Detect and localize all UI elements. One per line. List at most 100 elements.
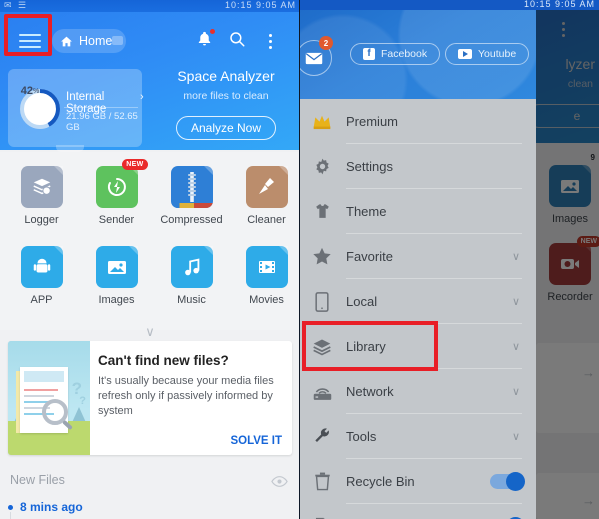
tile-corner [278, 246, 288, 255]
shortcut-movies[interactable]: Movies [229, 246, 300, 306]
illustration-line [24, 395, 54, 397]
analyze-now-button[interactable]: Analyze Now [176, 116, 276, 140]
drawer-item-label: Recycle Bin [346, 474, 415, 489]
illustration-doc-header [24, 371, 64, 382]
kebab-dot-1 [268, 33, 272, 37]
drawer-item-label: Tools [346, 429, 377, 444]
chevron-down-icon[interactable]: ∨ [512, 295, 520, 308]
kebab-dot-2 [268, 39, 272, 43]
music-icon [170, 246, 213, 288]
home-icon [61, 36, 72, 46]
images-icon [95, 246, 138, 288]
storage-percent-unit: % [33, 87, 40, 95]
new-files-title: New Files [10, 473, 65, 487]
tshirt-icon [311, 201, 333, 223]
shortcut-music[interactable]: Music [154, 246, 229, 306]
shortcut-row-1: Logger NEW Sender Compressed Cleaner [0, 159, 300, 241]
drawer-item-premium[interactable]: Premium [300, 99, 536, 144]
drawer-item-recycle-bin[interactable]: Recycle Bin [300, 459, 536, 504]
drawer-item-label: Library [346, 339, 386, 354]
shortcut-label: Images [98, 294, 135, 306]
compressed-icon [170, 166, 213, 208]
tile-corner [203, 246, 213, 255]
promo-card[interactable]: ? ? Can't find new files? It's usually b… [8, 341, 292, 455]
internal-storage-card[interactable]: 42% Internal Storage › 21.96 GB / 52.65 … [8, 69, 144, 152]
recycle-bin-toggle[interactable] [490, 472, 525, 491]
facebook-button[interactable]: f Facebook [350, 43, 441, 65]
kebab-menu-icon[interactable] [262, 30, 278, 52]
drawer-item-library[interactable]: Library ∨ [300, 324, 536, 369]
promo-text: Can't find new files? It's usually becau… [98, 353, 282, 419]
drawer-item-show-icon-on-folder[interactable]: Show icon on folder [300, 504, 536, 519]
chevron-down-icon[interactable]: ∨ [512, 430, 520, 443]
hero-header: Home 42 % Internal Storage › 21.96 GB / … [0, 12, 300, 152]
phone-icon [311, 291, 333, 313]
drawer-item-settings[interactable]: Settings [300, 144, 536, 189]
tile-corner [278, 166, 288, 175]
drawer-item-label: Premium [346, 114, 399, 129]
chevron-down-icon[interactable]: ∨ [512, 385, 520, 398]
drawer-item-local[interactable]: Local ∨ [300, 279, 536, 324]
status-bar: 10:15 9:05 AM [300, 0, 599, 10]
youtube-label: Youtube [478, 48, 517, 60]
eye-icon[interactable] [271, 474, 288, 487]
sender-icon: NEW [95, 159, 148, 208]
hamburger-menu-icon[interactable] [10, 28, 50, 54]
drawer-item-list: Premium Settings Theme Favorite ∨ Local … [300, 99, 536, 519]
drawer-item-tools[interactable]: Tools ∨ [300, 414, 536, 459]
facebook-label: Facebook [381, 48, 428, 60]
storage-divider [64, 107, 138, 108]
top-app-bar: Home [0, 26, 300, 56]
new-files-timestamp: 8 mins ago [20, 500, 83, 514]
storage-percent: 42% [8, 69, 52, 113]
youtube-button[interactable]: Youtube [445, 43, 530, 65]
hamburger-line-2 [19, 40, 41, 42]
search-icon[interactable] [228, 30, 246, 53]
illustration-line [24, 389, 58, 391]
drawer-item-network[interactable]: Network ∨ [300, 369, 536, 414]
solve-it-button[interactable]: SOLVE IT [230, 435, 282, 447]
magnifier-icon [42, 399, 68, 425]
bell-icon[interactable] [196, 29, 215, 50]
status-bar-clock: 10:15 9:05 AM [224, 0, 296, 10]
cleaner-icon [245, 166, 288, 208]
chevron-down-icon[interactable]: ∨ [512, 250, 520, 263]
layers-icon [311, 336, 333, 358]
drawer-header: 2 f Facebook Youtube [300, 10, 536, 99]
shortcut-label: Music [177, 294, 206, 306]
shortcut-label: Logger [24, 214, 59, 226]
chevron-right-icon[interactable]: › [140, 91, 144, 103]
new-badge: NEW [122, 159, 148, 170]
promo-heading: Can't find new files? [98, 353, 229, 368]
shortcut-app[interactable]: APP [4, 246, 79, 306]
home-tab-label: Home [79, 34, 113, 48]
shortcut-images[interactable]: Images [79, 246, 154, 306]
status-bar: ✉ ☰ 10:15 9:05 AM [0, 0, 300, 12]
hamburger-line-3 [19, 46, 41, 48]
chevron-down-icon[interactable]: ∨ [512, 340, 520, 353]
kebab-dot-3 [268, 45, 272, 49]
shortcut-label: APP [30, 294, 53, 306]
shortcut-label: Movies [249, 294, 284, 306]
drawer-item-label: Favorite [346, 249, 393, 264]
drawer-item-favorite[interactable]: Favorite ∨ [300, 234, 536, 279]
shortcut-logger[interactable]: Logger [4, 166, 79, 226]
navigation-drawer: 2 f Facebook Youtube Premium Settings Th… [300, 10, 536, 519]
drawer-item-label: Settings [346, 159, 393, 174]
chevron-down-icon[interactable]: ∨ [0, 324, 300, 340]
movies-icon [245, 246, 288, 288]
shortcut-cleaner[interactable]: Cleaner [229, 166, 300, 226]
left-screen: ✉ ☰ 10:15 9:05 AM Home 42 % Internal Sto… [0, 0, 300, 519]
drawer-item-theme[interactable]: Theme [300, 189, 536, 234]
tab-placeholder[interactable] [112, 36, 123, 45]
shortcut-compressed[interactable]: Compressed [154, 166, 229, 226]
tile-corner [128, 246, 138, 255]
trash-icon [311, 471, 333, 493]
toggle-knob [506, 472, 525, 491]
drawer-item-label: Network [346, 384, 394, 399]
shortcut-grid: Logger NEW Sender Compressed Cleaner APP… [0, 152, 300, 339]
facebook-icon: f [363, 48, 375, 60]
shortcut-sender[interactable]: NEW Sender [79, 159, 154, 226]
drawer-item-label: Local [346, 294, 378, 309]
screenshot-root: ✉ ☰ 10:15 9:05 AM Home 42 % Internal Sto… [0, 0, 599, 519]
